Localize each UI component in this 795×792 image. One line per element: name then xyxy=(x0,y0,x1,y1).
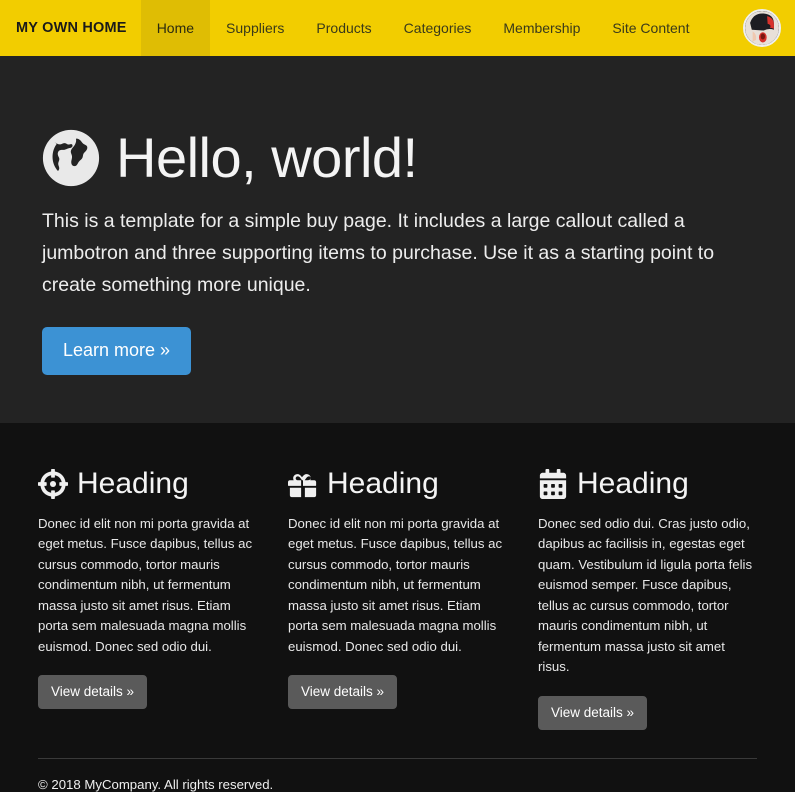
feature-card-3: Heading Donec sed odio dui. Cras justo o… xyxy=(538,467,788,730)
feature-heading-1: Heading xyxy=(77,467,189,500)
learn-more-button[interactable]: Learn more » xyxy=(42,327,192,376)
footer-divider xyxy=(38,757,757,759)
calendar-icon xyxy=(538,468,568,499)
feature-text-1: Donec id elit non mi porta gravida at eg… xyxy=(38,516,253,654)
navbar-brand[interactable]: MY OWN HOME xyxy=(0,0,141,56)
crosshairs-icon xyxy=(38,468,68,499)
nav-link-suppliers[interactable]: Suppliers xyxy=(210,0,300,56)
feature-heading-3: Heading xyxy=(577,467,689,500)
feature-heading-row-1: Heading xyxy=(38,467,254,500)
feature-text-2: Donec id elit non mi porta gravida at eg… xyxy=(288,516,503,654)
feature-heading-2: Heading xyxy=(327,467,439,500)
nav-item-membership[interactable]: Membership xyxy=(487,0,596,56)
navbar-menu: Home Suppliers Products Categories Membe… xyxy=(140,0,706,56)
nav-link-site-content[interactable]: Site Content xyxy=(596,0,705,56)
feature-card-2: Heading Donec id elit non mi porta gravi… xyxy=(288,467,538,730)
view-details-button-1[interactable]: View details » xyxy=(38,675,148,710)
avatar[interactable] xyxy=(743,9,781,47)
globe-icon xyxy=(42,129,100,187)
nav-item-site-content[interactable]: Site Content xyxy=(596,0,705,56)
top-navbar: MY OWN HOME Home Suppliers Products Cate… xyxy=(0,0,795,56)
view-details-button-2[interactable]: View details » xyxy=(288,675,398,710)
page-footer: © 2018 MyCompany. All rights reserved. xyxy=(0,757,795,792)
jumbotron-title: Hello, world! xyxy=(116,126,418,189)
nav-item-suppliers[interactable]: Suppliers xyxy=(210,0,300,56)
footer-copyright: © 2018 MyCompany. All rights reserved. xyxy=(38,776,274,792)
nav-link-categories[interactable]: Categories xyxy=(388,0,488,56)
feature-heading-row-3: Heading xyxy=(538,467,754,500)
nav-link-home[interactable]: Home xyxy=(140,0,211,56)
nav-link-products[interactable]: Products xyxy=(300,0,387,56)
feature-text-3: Donec sed odio dui. Cras justo odio, dap… xyxy=(538,516,753,675)
nav-item-products[interactable]: Products xyxy=(300,0,387,56)
nav-item-categories[interactable]: Categories xyxy=(388,0,488,56)
features-row: Heading Donec id elit non mi porta gravi… xyxy=(38,423,757,730)
jumbotron: Hello, world! This is a template for a s… xyxy=(0,56,795,423)
feature-heading-row-2: Heading xyxy=(288,467,504,500)
view-details-button-3[interactable]: View details » xyxy=(538,695,648,730)
main-content: Heading Donec id elit non mi porta gravi… xyxy=(0,423,795,730)
nav-item-home[interactable]: Home xyxy=(140,0,211,56)
jumbotron-text: This is a template for a simple buy page… xyxy=(42,210,715,296)
gift-icon xyxy=(288,469,318,499)
jumbotron-title-row: Hello, world! xyxy=(42,126,753,189)
nav-link-membership[interactable]: Membership xyxy=(487,0,596,56)
feature-card-1: Heading Donec id elit non mi porta gravi… xyxy=(38,467,288,730)
